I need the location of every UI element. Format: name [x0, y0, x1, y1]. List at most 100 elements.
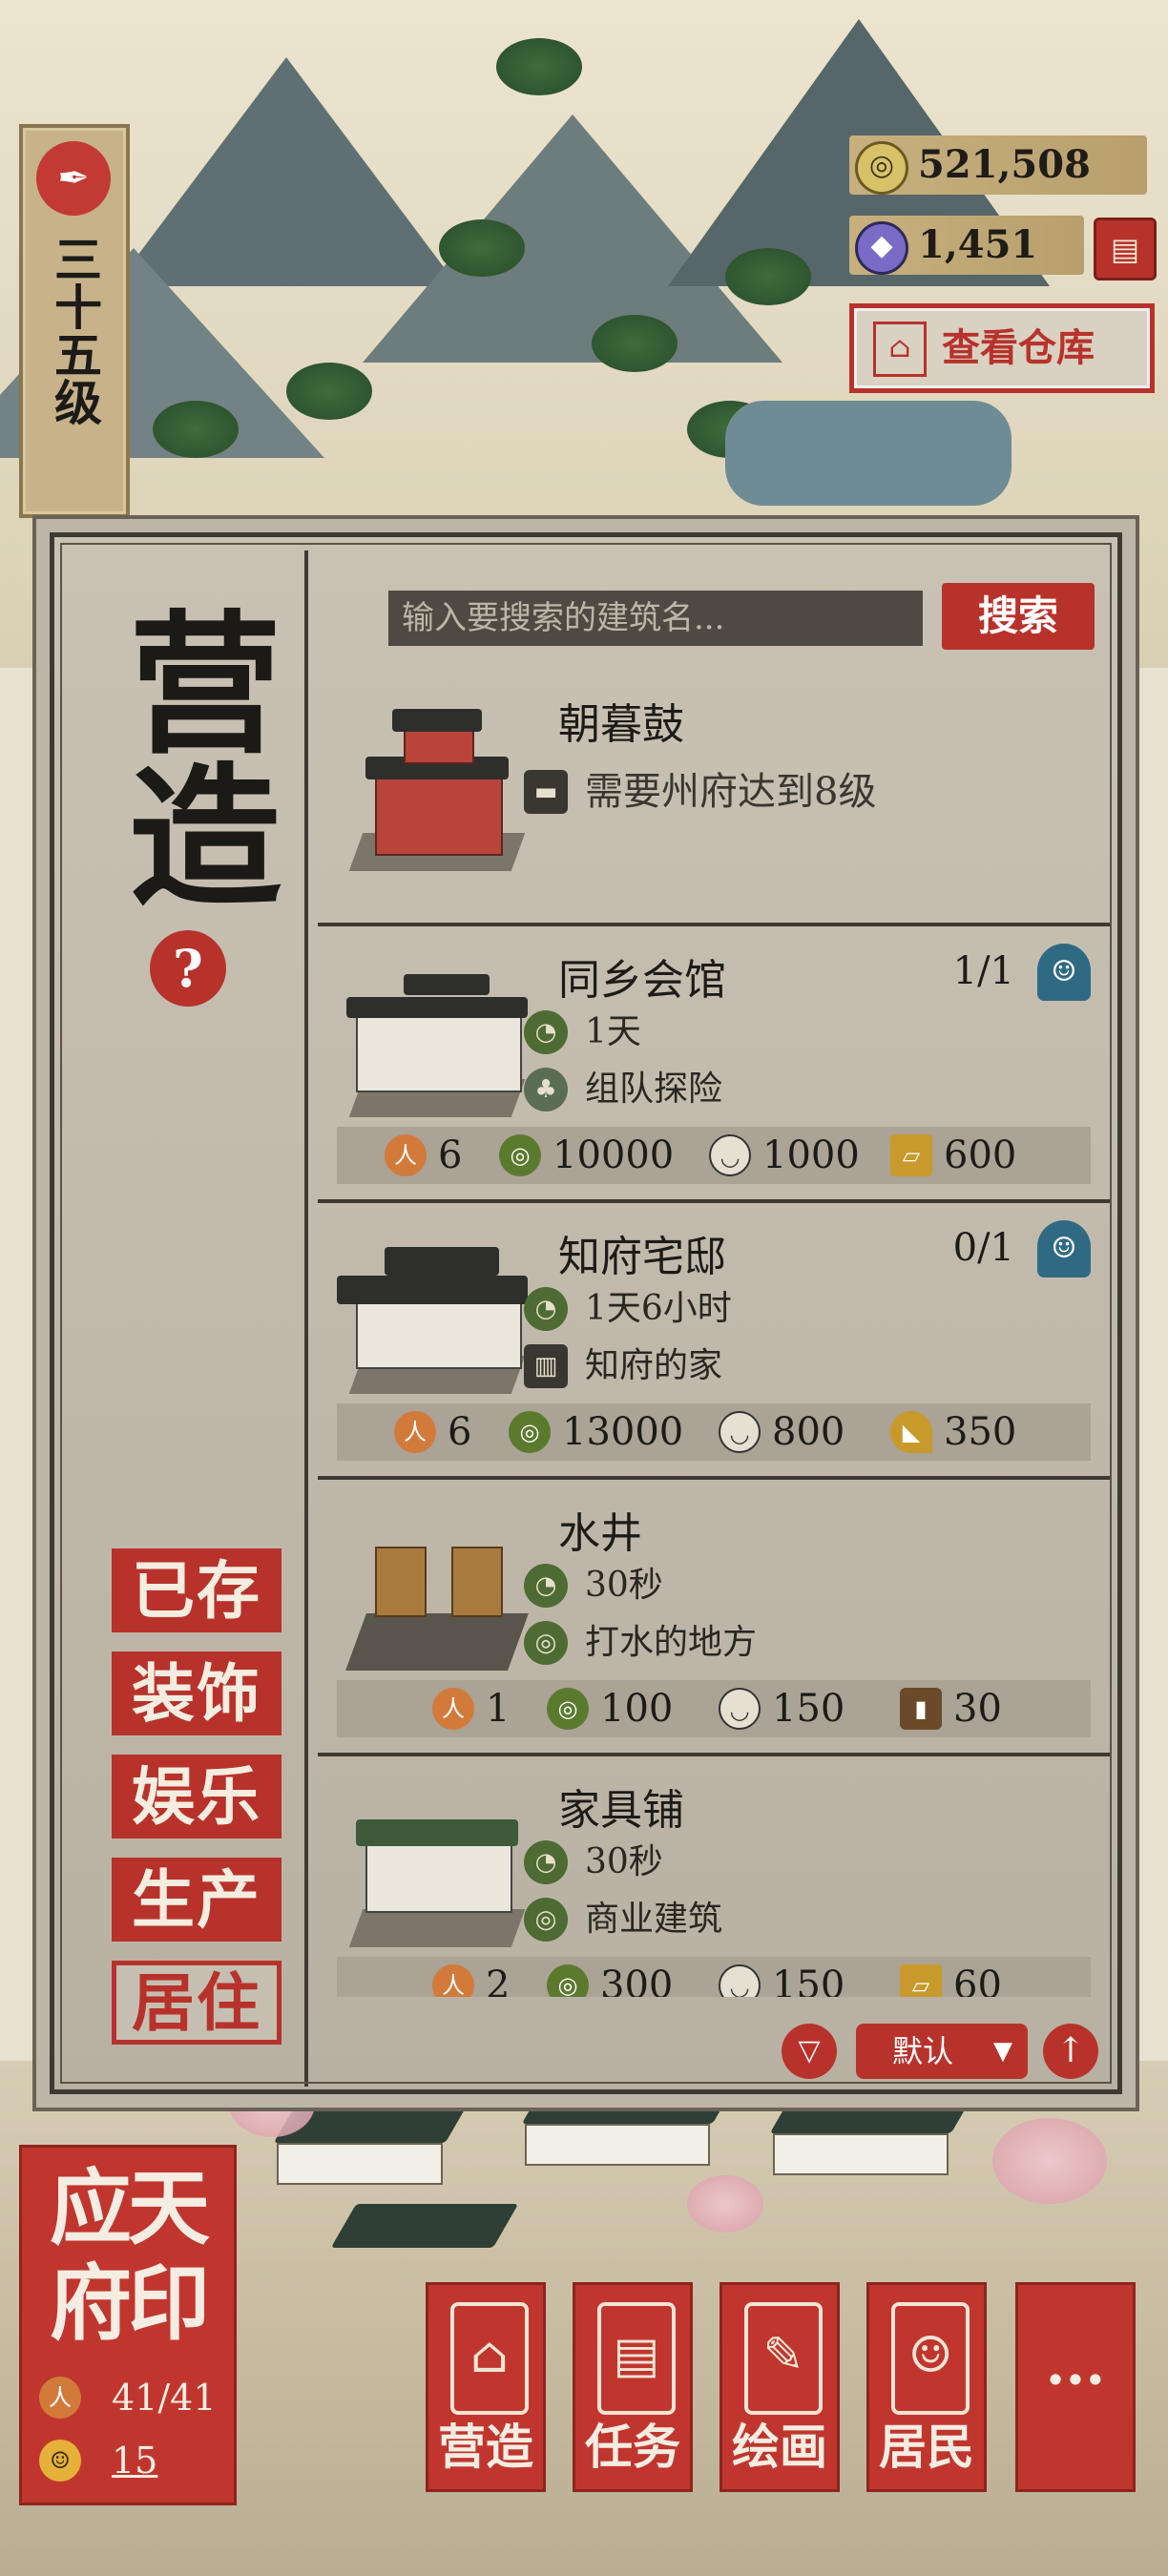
time-text: 1天6小时: [585, 1289, 732, 1328]
cost-row: 人6 ◎ 13000 ◡ 800 ◣ 350: [337, 1403, 1091, 1461]
rice-bowl-icon: ◡: [709, 1134, 751, 1176]
tree: [725, 248, 811, 305]
lake: [725, 401, 1012, 506]
category-production[interactable]: 生产: [112, 1858, 282, 1942]
blossom-tree: [687, 2175, 763, 2233]
feature-text: 打水的地方: [585, 1623, 758, 1662]
brush-icon: ✒: [36, 141, 111, 216]
time-text: 1天: [585, 1012, 641, 1051]
jade-icon: ◆: [855, 221, 908, 275]
house-wall: [277, 2143, 443, 2185]
bonsai-icon: ♣: [524, 1068, 568, 1111]
category-stored[interactable]: 已存: [112, 1548, 282, 1632]
nav-label: 绘画: [732, 2419, 827, 2475]
building-name: 水井: [558, 1509, 642, 1558]
panel-frame: 营造 ? 已存 装饰 娱乐 生产 居住 搜索 朝暮鼓 ▬ 需要州府达: [50, 532, 1122, 2094]
help-button[interactable]: ?: [150, 930, 226, 1007]
city-seal[interactable]: 应天府印 人 41/41 ☺ 15: [19, 2145, 237, 2505]
building-name: 同乡会馆: [558, 956, 726, 1005]
timer-icon: ◔: [524, 1564, 568, 1608]
gem-counter[interactable]: ◆ 1,451: [849, 216, 1084, 275]
timer-icon: ◔: [524, 1010, 568, 1054]
worker-icon: 人: [385, 1134, 427, 1176]
building-card[interactable]: 同乡会馆 1/1 ☺ ◔ 1天 ♣ 组队探险 人6 ◎ 10000 ◡ 1000 ▱…: [308, 926, 1119, 1203]
population-value: 41/41: [112, 2377, 217, 2419]
feature-text: 商业建筑: [585, 1900, 723, 1939]
happiness-value: 15: [112, 2440, 158, 2482]
time-text: 30秒: [585, 1842, 663, 1881]
nav-residents-button[interactable]: ☺ 居民: [866, 2282, 987, 2492]
rice-bowl-icon: ◡: [719, 1688, 761, 1730]
category-entertainment[interactable]: 娱乐: [112, 1755, 282, 1839]
cost-row: 人6 ◎ 10000 ◡ 1000 ▱ 600: [337, 1127, 1091, 1184]
search-button[interactable]: 搜索: [942, 583, 1095, 650]
more-button[interactable]: ···: [1015, 2282, 1136, 2492]
treasure-chest-icon[interactable]: ▤: [1094, 218, 1157, 280]
building-card[interactable]: 水井 ◔ 30秒 ◎ 打水的地方 人1 ◎ 100 ◡ 150 ▮ 30: [308, 1480, 1119, 1756]
search-input[interactable]: [388, 591, 923, 646]
tree: [496, 38, 582, 95]
worker-icon: 人: [432, 1688, 474, 1730]
coin-icon: ◎: [855, 141, 908, 195]
build-panel: 营造 ? 已存 装饰 娱乐 生产 居住 搜索 朝暮鼓 ▬ 需要州府达: [32, 515, 1139, 2111]
rice-bowl-icon: ◡: [719, 1411, 761, 1453]
drum-tower-image: [337, 699, 537, 881]
time-text: 30秒: [585, 1566, 663, 1605]
arrow-up-icon[interactable]: ↑: [1043, 2024, 1098, 2079]
worker-icon: 人: [432, 1964, 474, 1997]
player-level-tag[interactable]: ✒ 三十五级: [19, 124, 130, 518]
task-book-icon: ▤: [597, 2302, 676, 2415]
roof: [330, 2204, 519, 2248]
timer-icon: ◔: [524, 1840, 568, 1884]
coin-icon: ◎: [547, 1964, 589, 1997]
scroll-icon: ✎: [744, 2302, 823, 2415]
warehouse-icon: ⌂: [873, 322, 927, 377]
coin-counter[interactable]: ◎ 521,508: [849, 135, 1147, 195]
sort-dropdown[interactable]: 默认 ▼: [856, 2024, 1028, 2079]
official-icon: ☺: [1037, 1220, 1091, 1278]
house-wall: [773, 2133, 949, 2175]
category-residence[interactable]: 居住: [112, 1961, 282, 2045]
gem-value: 1,451: [918, 222, 1038, 267]
coin-icon: ◎: [499, 1134, 541, 1176]
tree: [286, 363, 372, 420]
filter-icon[interactable]: ▽: [782, 2024, 837, 2079]
population-icon: 人: [39, 2377, 81, 2419]
warehouse-label: 查看仓库: [942, 325, 1095, 370]
nav-painting-button[interactable]: ✎ 绘画: [720, 2282, 840, 2492]
happiness-icon: ☺: [39, 2440, 81, 2482]
cost-row: 人1 ◎ 100 ◡ 150 ▮ 30: [337, 1680, 1091, 1737]
house-wall: [525, 2124, 710, 2166]
cloth-icon: ▱: [900, 1964, 942, 1997]
coin-icon: ◎: [524, 1621, 568, 1665]
wood-icon: ▮: [900, 1688, 942, 1730]
furniture-shop-image: [337, 1776, 537, 1957]
coin-icon: ◎: [547, 1688, 589, 1730]
tree: [153, 401, 239, 458]
lock-icon: ▬: [524, 770, 568, 814]
building-card[interactable]: 朝暮鼓 ▬ 需要州府达到8级: [308, 661, 1119, 926]
chevron-down-icon: ▼: [993, 2037, 1012, 2066]
fan-icon: ◣: [890, 1411, 932, 1453]
city-name: 应天府印: [50, 2160, 210, 2352]
building-list[interactable]: 朝暮鼓 ▬ 需要州府达到8级 同乡会馆 1/1 ☺ ◔ 1天 ♣ 组队探险 人 …: [308, 661, 1119, 1997]
building-card[interactable]: 家具铺 ◔ 30秒 ◎ 商业建筑 人2 ◎ 300 ◡ 150 ▱ 60: [308, 1756, 1119, 1997]
nav-build-button[interactable]: ⌂ 营造: [426, 2282, 546, 2492]
cloth-icon: ▱: [890, 1134, 932, 1176]
blossom-tree: [992, 2118, 1107, 2204]
nav-task-button[interactable]: ▤ 任务: [573, 2282, 693, 2492]
sort-label: 默认: [892, 2033, 954, 2069]
built-count: 0/1: [952, 1226, 1014, 1270]
level-label: 三十五级: [47, 235, 103, 426]
view-warehouse-button[interactable]: ⌂ 查看仓库: [849, 303, 1155, 393]
lock-text: 需要州府达到8级: [585, 770, 877, 814]
nav-label: 营造: [438, 2419, 533, 2475]
tree: [439, 219, 525, 277]
category-decoration[interactable]: 装饰: [112, 1652, 282, 1735]
official-icon: ☺: [1037, 944, 1091, 1001]
coin-icon: ◎: [509, 1411, 551, 1453]
nav-label: 任务: [585, 2419, 680, 2475]
building-card[interactable]: 知府宅邸 0/1 ☺ ◔ 1天6小时 ▥ 知府的家 人6 ◎ 13000 ◡ 800…: [308, 1203, 1119, 1480]
building-name: 知府宅邸: [558, 1233, 726, 1281]
worker-icon: 人: [394, 1411, 436, 1453]
